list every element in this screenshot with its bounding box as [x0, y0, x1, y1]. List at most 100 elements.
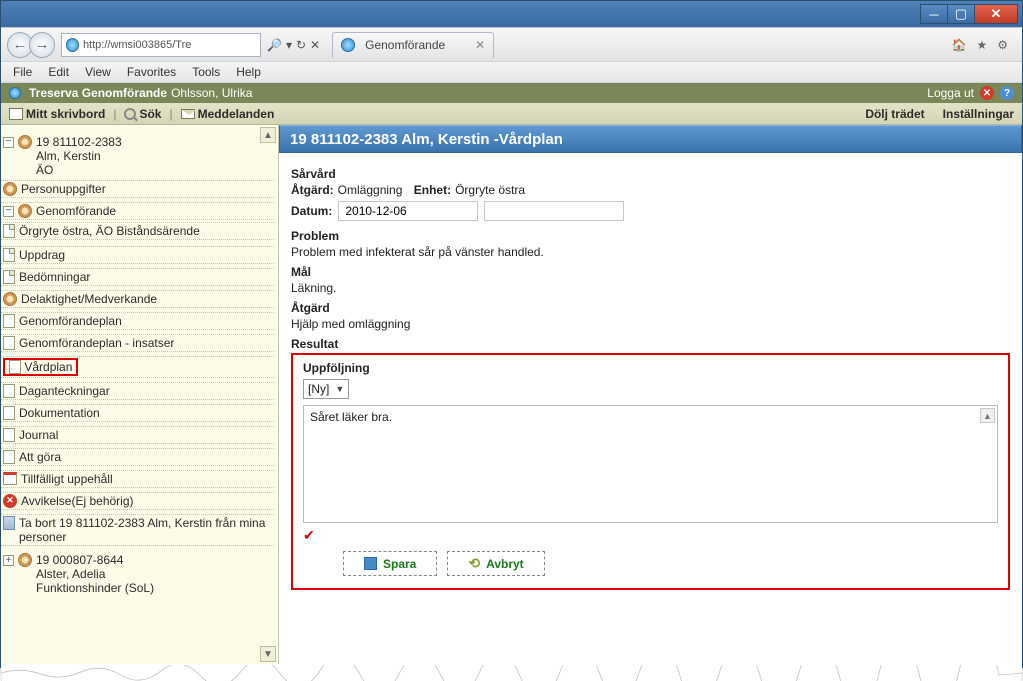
file-icon: [3, 248, 15, 262]
scroll-up-button[interactable]: ▲: [260, 127, 276, 143]
content-panel: 19 811102-2383 Alm, Kerstin -Vårdplan Så…: [279, 125, 1022, 664]
chevron-down-icon: ▼: [335, 384, 344, 394]
logout-icon[interactable]: ✕: [980, 86, 994, 100]
tree-att-gora[interactable]: Att göra: [1, 448, 274, 466]
menu-edit[interactable]: Edit: [48, 65, 69, 79]
tree-person-1[interactable]: − 19 811102-2383Alm, KerstinÄO: [1, 134, 278, 178]
sarvard-heading: Sårvård: [291, 167, 1010, 181]
menu-help[interactable]: Help: [236, 65, 261, 79]
search-icon[interactable]: 🔎: [267, 38, 282, 52]
logout-link[interactable]: Logga ut: [927, 86, 974, 100]
maximize-button[interactable]: ▢: [947, 4, 975, 24]
uppfoljning-select[interactable]: [Ny] ▼: [303, 379, 349, 399]
select-value: [Ny]: [308, 382, 329, 396]
search-icon: [124, 108, 136, 120]
menu-tools[interactable]: Tools: [192, 65, 220, 79]
person-icon: [18, 553, 32, 567]
spellcheck-icon[interactable]: ✔: [303, 527, 317, 541]
scroll-down-button[interactable]: ▼: [260, 646, 276, 662]
toolbar-settings[interactable]: Inställningar: [943, 107, 1014, 121]
tree-genomforandeplan-insatser[interactable]: Genomförandeplan - insatser: [1, 334, 274, 352]
favorites-star-icon[interactable]: ★: [976, 38, 987, 52]
tree-genomforande[interactable]: −Genomförande: [1, 202, 274, 220]
tree-dokumentation[interactable]: Dokumentation: [1, 404, 274, 422]
dropdown-icon[interactable]: ▾: [286, 38, 292, 52]
refresh-icon[interactable]: ↻: [296, 38, 306, 52]
problem-heading: Problem: [291, 229, 1010, 243]
tree-journal[interactable]: Journal: [1, 426, 274, 444]
app-header: Treserva Genomförande Ohlsson, Ulrika Lo…: [1, 83, 1022, 103]
file-icon: [3, 314, 15, 328]
app-user: Ohlsson, Ulrika: [171, 86, 252, 100]
tree-personuppgifter[interactable]: Personuppgifter: [1, 180, 274, 198]
menubar: File Edit View Favorites Tools Help: [1, 61, 1022, 83]
file-icon: [3, 450, 15, 464]
tree-genomforandeplan[interactable]: Genomförandeplan: [1, 312, 274, 330]
resultat-heading: Resultat: [291, 337, 1010, 351]
save-icon: [364, 557, 377, 570]
expand-icon[interactable]: +: [3, 555, 14, 566]
toolbar-messages[interactable]: Meddelanden: [181, 107, 275, 121]
content-title: 19 811102-2383 Alm, Kerstin -Vårdplan: [279, 125, 1022, 153]
mal-text: Läkning.: [291, 281, 1010, 295]
menu-view[interactable]: View: [85, 65, 111, 79]
uppfoljning-form: Uppföljning [Ny] ▼ Såret läker bra. ▲ ✔ …: [291, 353, 1010, 590]
error-icon: ✕: [3, 494, 17, 508]
address-tools: 🔎 ▾ ↻ ✕: [261, 38, 326, 52]
tree-vardplan[interactable]: Vårdplan: [1, 356, 274, 378]
atgard-heading: Åtgärd: [291, 301, 1010, 315]
collapse-icon[interactable]: −: [3, 137, 14, 148]
toolbar-hide-tree[interactable]: Dölj trädet: [865, 107, 924, 121]
tree-tillfalligt[interactable]: Tillfälligt uppehåll: [1, 470, 274, 488]
tree-bedomningar[interactable]: Bedömningar: [1, 268, 274, 286]
help-icon[interactable]: ?: [1000, 86, 1014, 100]
tree-daganteckningar[interactable]: Daganteckningar: [1, 382, 274, 400]
datum-input[interactable]: [338, 201, 478, 221]
globe-icon: [66, 38, 79, 52]
tree-panel: ▲ − 19 811102-2383Alm, KerstinÄO Personu…: [1, 125, 279, 664]
textarea-scroll-up[interactable]: ▲: [980, 408, 995, 423]
datum-input-2[interactable]: [484, 201, 624, 221]
torn-edge-decoration: [1, 664, 1022, 681]
toolbar-desktop[interactable]: Mitt skrivbord: [9, 107, 105, 121]
person-icon: [18, 135, 32, 149]
tree-avvikelse[interactable]: ✕Avvikelse(Ej behörig): [1, 492, 274, 510]
problem-text: Problem med infekterat sår på vänster ha…: [291, 245, 1010, 259]
calendar-icon: [3, 472, 17, 485]
mal-heading: Mål: [291, 265, 1010, 279]
tab-close-icon[interactable]: ✕: [475, 38, 485, 52]
uppfoljning-textarea[interactable]: Såret läker bra. ▲: [303, 405, 998, 523]
tab-favicon-icon: [341, 38, 355, 52]
app-name: Treserva Genomförande: [29, 86, 167, 100]
forward-button[interactable]: →: [29, 32, 55, 58]
save-button[interactable]: Spara: [343, 551, 437, 576]
tree-orgryte[interactable]: Örgryte östra, ÄO Biståndsärende: [1, 222, 274, 240]
minimize-button[interactable]: ─: [920, 4, 948, 24]
tree-person-2[interactable]: + 19 000807-8644Alster, AdeliaFunktionsh…: [1, 552, 278, 596]
file-icon: [3, 428, 15, 442]
stop-icon[interactable]: ✕: [310, 38, 320, 52]
atgard-text: Hjälp med omläggning: [291, 317, 1010, 331]
file-icon: [3, 406, 15, 420]
toolbar-search[interactable]: Sök: [124, 107, 161, 121]
collapse-icon[interactable]: −: [3, 206, 14, 217]
file-icon: [3, 336, 15, 350]
address-bar[interactable]: [61, 33, 261, 57]
tools-gear-icon[interactable]: ⚙: [997, 38, 1008, 52]
undo-icon: ⟲: [468, 555, 480, 572]
close-button[interactable]: ✕: [974, 4, 1018, 24]
url-input[interactable]: [83, 39, 256, 51]
cancel-button[interactable]: ⟲Avbryt: [447, 551, 544, 576]
browser-tab[interactable]: Genomförande ✕: [332, 32, 494, 58]
tree-delaktighet[interactable]: Delaktighet/Medverkande: [1, 290, 274, 308]
home-icon[interactable]: 🏠: [952, 38, 967, 52]
menu-favorites[interactable]: Favorites: [127, 65, 176, 79]
tree-uppdrag[interactable]: Uppdrag: [1, 246, 274, 264]
uppfoljning-heading: Uppföljning: [303, 361, 998, 375]
menu-file[interactable]: File: [13, 65, 32, 79]
mail-icon: [181, 109, 195, 119]
window-titlebar: ─ ▢ ✕: [1, 1, 1022, 27]
tree-ta-bort[interactable]: Ta bort 19 811102-2383 Alm, Kerstin från…: [1, 514, 274, 546]
file-icon: [3, 270, 15, 284]
file-icon: [9, 360, 21, 374]
